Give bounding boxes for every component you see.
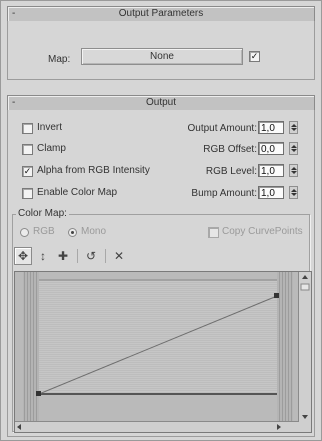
move-icon[interactable]: ✥ [14,247,32,265]
horizontal-scrollbar[interactable] [15,421,299,432]
bump-amount-input[interactable]: 1,0 [258,186,284,199]
bump-amount-label: Bump Amount: [191,188,257,199]
mono-radio[interactable] [68,228,77,237]
toolbar-separator [105,249,106,263]
output-amount-spinner[interactable] [289,121,298,134]
invert-checkbox[interactable] [22,123,33,134]
clamp-checkbox[interactable] [22,144,33,155]
scroll-left-icon[interactable] [17,424,21,430]
clamp-label: Clamp [37,143,66,154]
color-map-title: Color Map: [16,208,69,219]
rgb-offset-label: RGB Offset: [203,144,257,155]
output-amount-label: Output Amount: [187,123,258,134]
map-button[interactable]: None [81,48,243,65]
spinner-down-icon [291,128,297,131]
bump-amount-spinner[interactable] [289,186,298,199]
output-rollout-header[interactable]: - Output [7,95,315,111]
left-hatch-margin [23,272,39,422]
rgb-level-spinner[interactable] [289,164,298,177]
output-amount-input[interactable]: 1,0 [258,121,284,134]
spinner-up-icon [291,145,297,148]
invert-label: Invert [37,122,63,133]
copy-curve-points-label: Copy CurvePoints [222,226,303,237]
right-hatch-margin [277,272,293,422]
curve-start-point[interactable] [36,391,41,396]
curve-area [39,280,277,394]
rgb-radio[interactable] [20,228,29,237]
map-label: Map: [48,54,71,65]
alpha-from-rgb-checkbox[interactable]: ✓ [22,166,33,177]
reset-curve-icon[interactable]: ↺ [82,247,100,265]
rgb-offset-spinner[interactable] [289,142,298,155]
enable-color-map-checkbox[interactable] [22,188,33,199]
scroll-down-icon[interactable] [302,415,308,419]
spinner-down-icon [291,149,297,152]
rgb-level-label: RGB Level: [205,166,257,177]
material-editor-panel: - Output Parameters Map: None ✓ - Output… [0,0,322,441]
scroll-right-icon[interactable] [277,424,281,430]
spinner-up-icon [291,167,297,170]
curve-toolbar: ✥ ↕ ✚ ↺ ✕ [14,247,159,269]
curve-end-point[interactable] [274,293,279,298]
rgb-level-input[interactable]: 1,0 [258,164,284,177]
copy-curve-points-checkbox[interactable] [208,227,219,238]
rgb-offset-input[interactable]: 0,0 [258,142,284,155]
mono-radio-label: Mono [81,226,107,237]
vertical-scrollbar[interactable] [298,272,311,432]
spinner-down-icon [291,171,297,174]
checkmark-icon: ✓ [250,51,259,61]
spinner-up-icon [291,189,297,192]
alpha-from-rgb-label: Alpha from RGB Intensity [37,165,150,176]
checkmark-icon: ✓ [23,166,32,176]
curve-canvas[interactable] [15,272,299,422]
enable-color-map-label: Enable Color Map [37,187,118,198]
spinner-down-icon [291,193,297,196]
spinner-up-icon [291,124,297,127]
add-point-icon[interactable]: ✚ [54,247,72,265]
scroll-up-icon[interactable] [302,275,308,279]
toolbar-separator [77,249,78,263]
map-enable-checkbox[interactable]: ✓ [249,51,260,62]
move-vertical-icon[interactable]: ↕ [34,247,52,265]
rollout-title: Output [145,97,177,108]
vertical-scroll-thumb[interactable] [300,283,310,291]
color-map-curve-graph[interactable] [14,271,312,433]
delete-point-icon[interactable]: ✕ [110,247,128,265]
rgb-radio-label: RGB [33,226,55,237]
rollout-title: Output Parameters [118,8,204,19]
output-parameters-panel: Map: None ✓ [7,21,315,80]
output-parameters-rollout-header[interactable]: - Output Parameters [7,6,315,22]
